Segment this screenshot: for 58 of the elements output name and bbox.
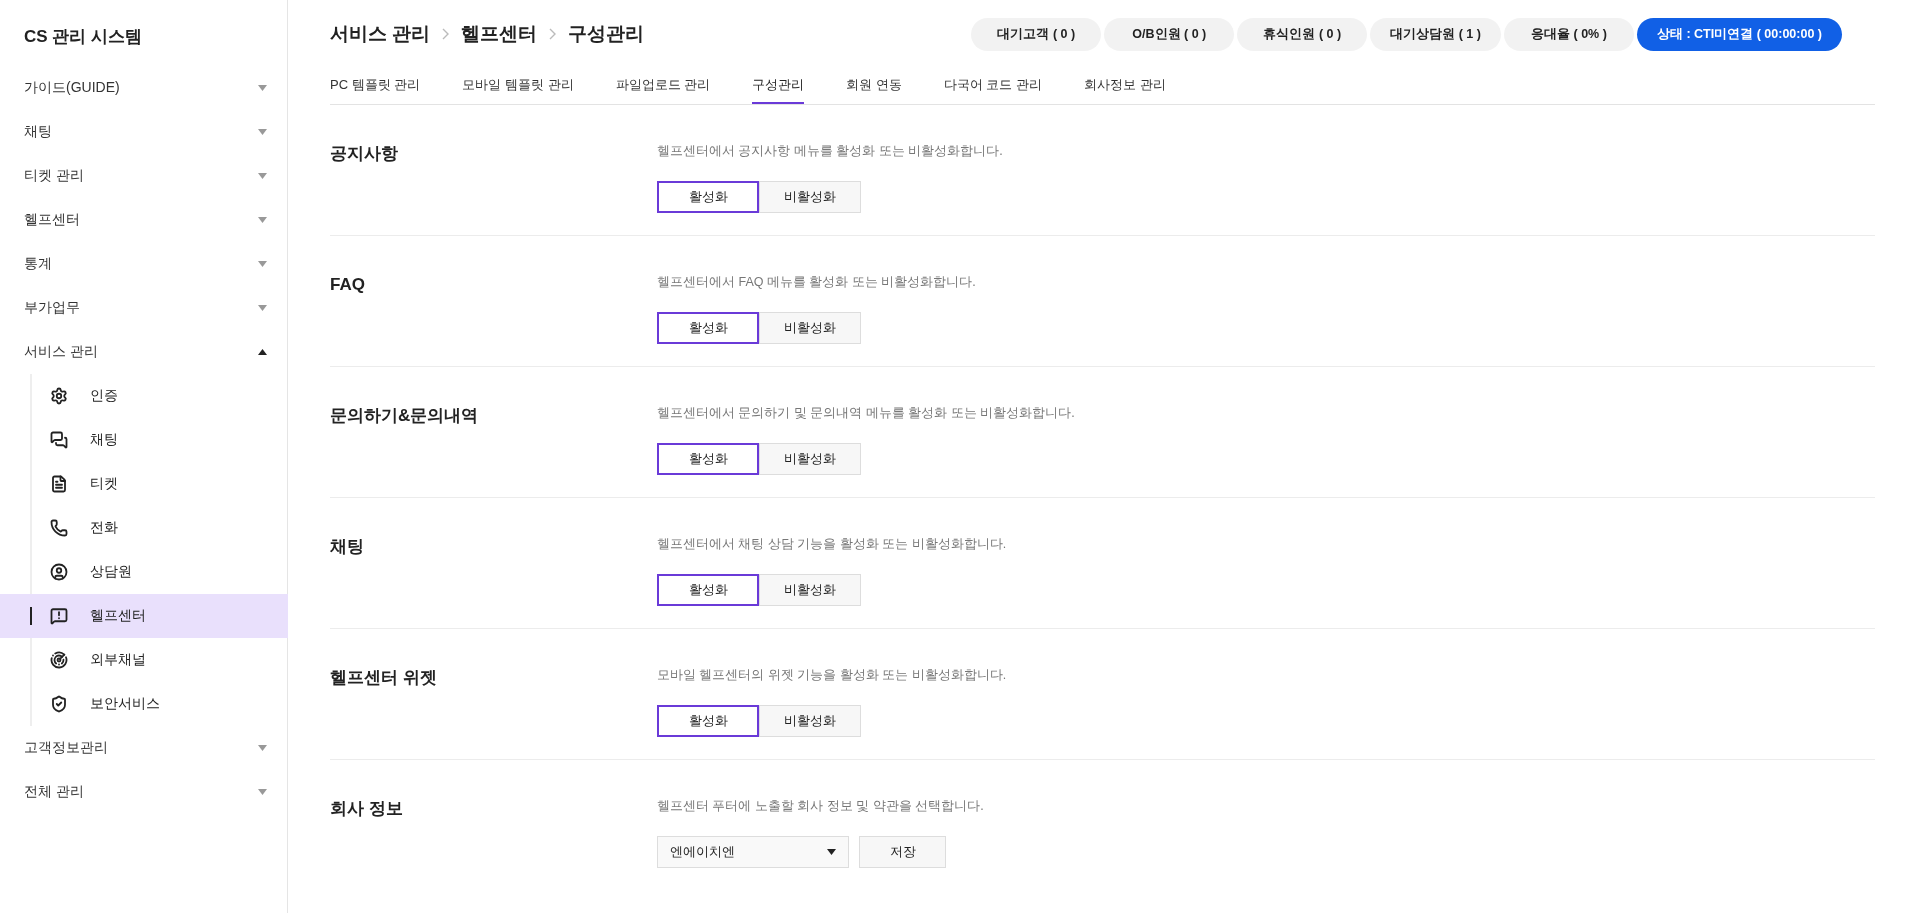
sidebar-menu-item[interactable]: 부가업무 <box>0 285 287 330</box>
status-pill: O/B인원 ( 0 ) <box>1104 17 1235 51</box>
sidebar-submenu-item[interactable]: 외부채널 <box>32 637 288 682</box>
section-description: 헬프센터 푸터에 노출할 회사 정보 및 약관을 선택합니다. <box>657 797 984 815</box>
toggle-option[interactable]: 비활성화 <box>759 312 861 344</box>
sidebar-submenu-item[interactable]: 전화 <box>32 505 288 550</box>
toggle-option[interactable]: 활성화 <box>657 705 759 737</box>
sidebar-submenu-item[interactable]: 채팅 <box>32 417 288 462</box>
section-title: 문의하기&문의내역 <box>330 405 480 427</box>
sidebar-submenu-item[interactable]: 상담원 <box>32 549 288 594</box>
toggle-option[interactable]: 비활성화 <box>759 705 861 737</box>
section-description: 헬프센터에서 FAQ 메뉴를 활성화 또는 비활성화합니다. <box>657 273 976 291</box>
sidebar-menu-item[interactable]: 통계 <box>0 241 287 286</box>
breadcrumb-item[interactable]: 헬프센터 <box>461 19 538 49</box>
app-title: CS 관리 시스템 <box>23 26 144 48</box>
sidebar-submenu-item[interactable]: 인증 <box>32 373 288 418</box>
sidebar-menu-item[interactable]: 채팅 <box>0 109 287 154</box>
toggle-option[interactable]: 비활성화 <box>759 443 861 475</box>
breadcrumb-item[interactable]: 구성관리 <box>568 19 645 49</box>
sidebar-submenu-item[interactable]: 보안서비스 <box>32 681 288 726</box>
company-dropdown[interactable]: 엔에이치엔 <box>657 836 849 868</box>
section-title: FAQ <box>330 274 366 296</box>
tab[interactable]: 회사정보 관리 <box>1084 68 1166 104</box>
section-title: 헬프센터 위젯 <box>330 667 438 689</box>
sidebar-menu-item[interactable]: 가이드(GUIDE) <box>0 65 287 110</box>
status-pill: 응대율 ( 0% ) <box>1503 17 1634 51</box>
status-pill: 대기고객 ( 0 ) <box>971 17 1102 51</box>
toggle-option[interactable]: 활성화 <box>657 312 759 344</box>
section-description: 헬프센터에서 채팅 상담 기능을 활성화 또는 비활성화합니다. <box>657 535 1007 553</box>
sidebar-submenu-item[interactable]: 티켓 <box>32 461 288 506</box>
save-button[interactable]: 저장 <box>859 836 946 868</box>
section-title: 회사 정보 <box>330 798 404 820</box>
sidebar-menu-item[interactable]: 헬프센터 <box>0 197 287 242</box>
tab[interactable]: 회원 연동 <box>846 68 902 104</box>
sidebar-menu-item[interactable]: 서비스 관리 <box>0 329 287 374</box>
toggle-option[interactable]: 활성화 <box>657 443 759 475</box>
tab[interactable]: PC 템플릿 관리 <box>330 68 421 104</box>
tab[interactable]: 구성관리 <box>752 68 805 104</box>
section-title: 채팅 <box>330 536 365 558</box>
section-description: 헬프센터에서 공지사항 메뉴를 활성화 또는 비활성화합니다. <box>657 142 1003 160</box>
sidebar-menu-item[interactable]: 전체 관리 <box>0 769 287 814</box>
toggle-option[interactable]: 비활성화 <box>759 574 861 606</box>
breadcrumb-item[interactable]: 서비스 관리 <box>330 19 431 49</box>
section-description: 헬프센터에서 문의하기 및 문의내역 메뉴를 활성화 또는 비활성화합니다. <box>657 404 1075 422</box>
tab[interactable]: 모바일 템플릿 관리 <box>462 68 574 104</box>
tab[interactable]: 파일업로드 관리 <box>615 68 711 104</box>
status-pill: 대기상담원 ( 1 ) <box>1370 17 1501 51</box>
toggle-option[interactable]: 비활성화 <box>759 181 861 213</box>
status-pill: 상태 : CTI미연결 ( 00:00:00 ) <box>1636 17 1842 51</box>
sidebar-submenu-item[interactable]: 헬프센터 <box>0 593 288 638</box>
status-pill: 휴식인원 ( 0 ) <box>1237 17 1368 51</box>
toggle-option[interactable]: 활성화 <box>657 574 759 606</box>
toggle-option[interactable]: 활성화 <box>657 181 759 213</box>
sidebar-menu-item[interactable]: 고객정보관리 <box>0 725 287 770</box>
section-title: 공지사항 <box>330 143 399 165</box>
sidebar-menu-item[interactable]: 티켓 관리 <box>0 153 287 198</box>
tab[interactable]: 다국어 코드 관리 <box>943 68 1042 104</box>
section-description: 모바일 헬프센터의 위젯 기능을 활성화 또는 비활성화합니다. <box>657 666 1007 684</box>
